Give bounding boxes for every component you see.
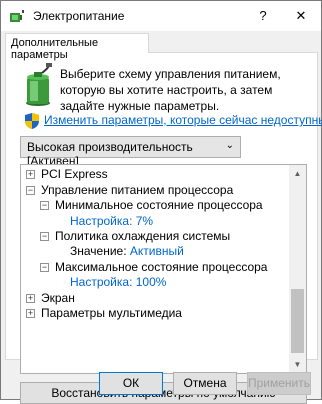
collapse-icon[interactable]: − — [40, 263, 49, 273]
chevron-down-icon: ⌄ — [225, 140, 234, 151]
title-bar: Электропитание ? ✕ — [1, 1, 321, 31]
scroll-down-arrow-icon[interactable]: ▼ — [289, 356, 306, 373]
power-scheme-dropdown[interactable]: Высокая производительность [Активен] ⌄ — [20, 136, 241, 168]
tree-item-display[interactable]: + Экран — [26, 291, 75, 307]
tree-value-min-processor-state[interactable]: Настройка: 7% — [70, 214, 153, 230]
scheme-description: Выберите схему управления питанием, кото… — [60, 67, 281, 113]
tree-item-multimedia[interactable]: + Параметры мультимедиа — [26, 306, 182, 322]
change-unavailable-settings-link[interactable]: Изменить параметры, которые сейчас недос… — [44, 113, 322, 127]
window-title: Электропитание — [33, 9, 125, 23]
scrollbar-thumb[interactable] — [291, 289, 304, 353]
tree-item-max-processor-state[interactable]: − Максимальное состояние процессора — [40, 260, 267, 276]
help-button[interactable]: ? — [252, 5, 274, 27]
expand-icon[interactable]: + — [26, 294, 35, 304]
vertical-scrollbar[interactable]: ▲ ▼ — [289, 165, 306, 373]
battery-power-icon — [26, 63, 52, 106]
settings-tree[interactable]: + PCI Express − Управление питанием процес… — [20, 164, 307, 374]
power-options-dialog: Электропитание ? ✕ Дополнительные параме… — [0, 0, 322, 404]
tree-item-processor-power[interactable]: − Управление питанием процессора — [26, 183, 233, 199]
tree-item-cooling-policy[interactable]: − Политика охлаждения системы — [40, 229, 230, 245]
tree-item-pci-express[interactable]: + PCI Express — [26, 167, 108, 183]
tree-item-min-processor-state[interactable]: − Минимальное состояние процессора — [40, 198, 263, 214]
expand-icon[interactable]: + — [26, 309, 35, 319]
tab-advanced-settings[interactable]: Дополнительные параметры — [5, 33, 149, 61]
scroll-up-arrow-icon[interactable]: ▲ — [289, 165, 306, 182]
expand-icon[interactable]: + — [26, 170, 35, 180]
collapse-icon[interactable]: − — [40, 201, 49, 211]
cancel-button[interactable]: Отмена — [173, 372, 237, 395]
collapse-icon[interactable]: − — [40, 232, 49, 242]
tree-value-cooling-policy[interactable]: Значение: Активный — [70, 244, 184, 260]
collapse-icon[interactable]: − — [26, 186, 35, 196]
power-options-icon — [10, 10, 24, 22]
uac-shield-icon — [25, 113, 39, 129]
close-button[interactable]: ✕ — [290, 5, 312, 27]
tree-value-max-processor-state[interactable]: Настройка: 100% — [70, 275, 166, 291]
apply-button[interactable]: Применить — [247, 372, 311, 395]
tab-panel: Выберите схему управления питанием, кото… — [5, 52, 322, 404]
ok-button[interactable]: ОК — [99, 372, 163, 395]
